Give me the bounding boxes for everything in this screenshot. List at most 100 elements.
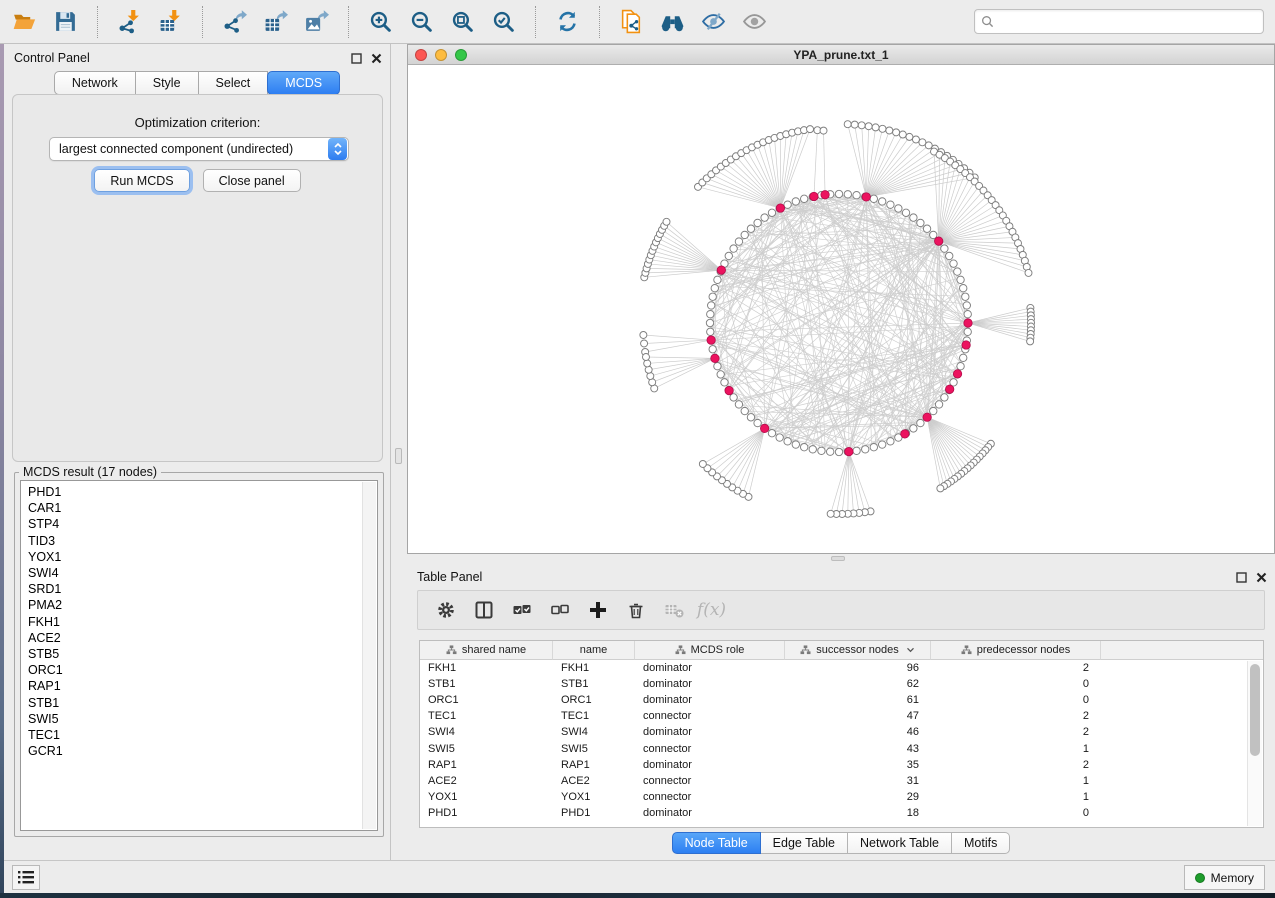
cell[interactable]: SWI5 (553, 740, 635, 756)
mcds-result-item[interactable]: TEC1 (28, 727, 362, 743)
table-row-RAP1[interactable]: RAP1RAP1dominator352 (420, 757, 1263, 773)
cell[interactable]: STB1 (420, 676, 553, 692)
cell[interactable]: 2 (931, 708, 1101, 724)
cell[interactable]: ORC1 (553, 692, 635, 708)
cell[interactable]: ACE2 (420, 773, 553, 789)
mcds-result-item[interactable]: GCR1 (28, 743, 362, 759)
cell[interactable]: connector (635, 708, 785, 724)
mcds-result-item[interactable]: ACE2 (28, 630, 362, 646)
mcds-result-item[interactable]: SWI5 (28, 711, 362, 727)
zoom-in-icon[interactable] (360, 4, 401, 40)
cell[interactable]: RAP1 (420, 757, 553, 773)
mcds-result-item[interactable]: STB5 (28, 646, 362, 662)
search-field[interactable] (974, 9, 1264, 34)
cell[interactable]: connector (635, 789, 785, 805)
vertical-splitter[interactable] (391, 44, 407, 860)
zoom-selected-icon[interactable] (483, 4, 524, 40)
mcds-result-item[interactable]: TID3 (28, 533, 362, 549)
cell[interactable]: ORC1 (420, 692, 553, 708)
search-input[interactable] (999, 15, 1257, 29)
cell[interactable]: 61 (785, 692, 931, 708)
cell[interactable]: 0 (931, 805, 1101, 821)
cell[interactable]: 43 (785, 740, 931, 756)
column-header-MCDS-role[interactable]: MCDS role (635, 641, 785, 660)
mcds-result-item[interactable]: PHD1 (28, 484, 362, 500)
mcds-result-list[interactable]: PHD1CAR1STP4TID3YOX1SWI4SRD1PMA2FKH1ACE2… (21, 482, 362, 829)
tab-style[interactable]: Style (136, 71, 199, 95)
export-image-icon[interactable] (296, 4, 337, 40)
cell[interactable]: 47 (785, 708, 931, 724)
cell[interactable]: dominator (635, 805, 785, 821)
cell[interactable]: SWI5 (420, 740, 553, 756)
column-layout-icon[interactable] (468, 595, 499, 625)
mcds-list-scrollbar[interactable] (362, 482, 376, 829)
cell[interactable]: 2 (931, 757, 1101, 773)
table-row-SWI5[interactable]: SWI5SWI5connector431 (420, 740, 1263, 756)
table-row-PHD1[interactable]: PHD1PHD1dominator180 (420, 805, 1263, 821)
mcds-result-item[interactable]: PMA2 (28, 597, 362, 613)
export-network-icon[interactable] (214, 4, 255, 40)
mcds-result-item[interactable]: STB1 (28, 695, 362, 711)
table-row-STB1[interactable]: STB1STB1dominator620 (420, 676, 1263, 692)
cell[interactable]: 46 (785, 724, 931, 740)
cell[interactable]: STB1 (553, 676, 635, 692)
cell[interactable]: 2 (931, 660, 1101, 676)
cell[interactable]: PHD1 (553, 805, 635, 821)
close-panel-icon[interactable] (1256, 572, 1267, 583)
network-window-titlebar[interactable]: YPA_prune.txt_1 (408, 45, 1274, 65)
table-row-TEC1[interactable]: TEC1TEC1connector472 (420, 708, 1263, 724)
panel-menu-button[interactable] (12, 865, 40, 890)
splitter-handle[interactable] (831, 556, 845, 561)
run-mcds-button[interactable]: Run MCDS (94, 169, 189, 192)
cell[interactable]: 1 (931, 773, 1101, 789)
cell[interactable]: RAP1 (553, 757, 635, 773)
table-scrollbar-thumb[interactable] (1250, 664, 1260, 756)
cell[interactable]: 1 (931, 740, 1101, 756)
cell[interactable]: 2 (931, 724, 1101, 740)
mcds-result-item[interactable]: SWI4 (28, 565, 362, 581)
tab-node-table[interactable]: Node Table (672, 832, 761, 854)
cell[interactable]: 35 (785, 757, 931, 773)
zoom-fit-icon[interactable] (442, 4, 483, 40)
network-canvas[interactable] (408, 65, 1274, 553)
column-header-name[interactable]: name (553, 641, 635, 660)
create-column-icon[interactable] (582, 595, 613, 625)
column-header-shared-name[interactable]: shared name (420, 641, 553, 660)
cell[interactable]: dominator (635, 724, 785, 740)
table-row-ORC1[interactable]: ORC1ORC1dominator610 (420, 692, 1263, 708)
float-panel-icon[interactable] (1236, 572, 1247, 583)
mcds-result-item[interactable]: RAP1 (28, 678, 362, 694)
unselect-all-rows-icon[interactable] (544, 595, 575, 625)
tab-network-table[interactable]: Network Table (848, 832, 952, 854)
cell[interactable]: 31 (785, 773, 931, 789)
tab-mcds[interactable]: MCDS (267, 71, 340, 95)
cell[interactable]: PHD1 (420, 805, 553, 821)
save-session-icon[interactable] (45, 4, 86, 40)
cell[interactable]: 1 (931, 789, 1101, 805)
cell[interactable]: dominator (635, 676, 785, 692)
cell[interactable]: 29 (785, 789, 931, 805)
tab-network[interactable]: Network (54, 71, 136, 95)
table-row-FKH1[interactable]: FKH1FKH1dominator962 (420, 660, 1263, 676)
cell[interactable]: dominator (635, 660, 785, 676)
cell[interactable]: SWI4 (553, 724, 635, 740)
column-header-predecessor-nodes[interactable]: predecessor nodes (931, 641, 1101, 660)
mcds-result-item[interactable]: FKH1 (28, 614, 362, 630)
cell[interactable]: 0 (931, 676, 1101, 692)
cell[interactable]: TEC1 (420, 708, 553, 724)
cell[interactable]: 0 (931, 692, 1101, 708)
mcds-result-item[interactable]: CAR1 (28, 500, 362, 516)
tab-motifs[interactable]: Motifs (952, 832, 1010, 854)
cell[interactable]: TEC1 (553, 708, 635, 724)
cell[interactable]: dominator (635, 757, 785, 773)
horizontal-splitter[interactable] (407, 554, 1275, 563)
hide-graphics-details-icon[interactable] (693, 4, 734, 40)
table-settings-icon[interactable] (430, 595, 461, 625)
close-panel-icon[interactable] (371, 53, 382, 64)
splitter-handle[interactable] (395, 448, 402, 464)
cell[interactable]: 18 (785, 805, 931, 821)
apply-layout-icon[interactable] (547, 4, 588, 40)
memory-button[interactable]: Memory (1184, 865, 1265, 890)
float-panel-icon[interactable] (351, 53, 362, 64)
zoom-out-icon[interactable] (401, 4, 442, 40)
